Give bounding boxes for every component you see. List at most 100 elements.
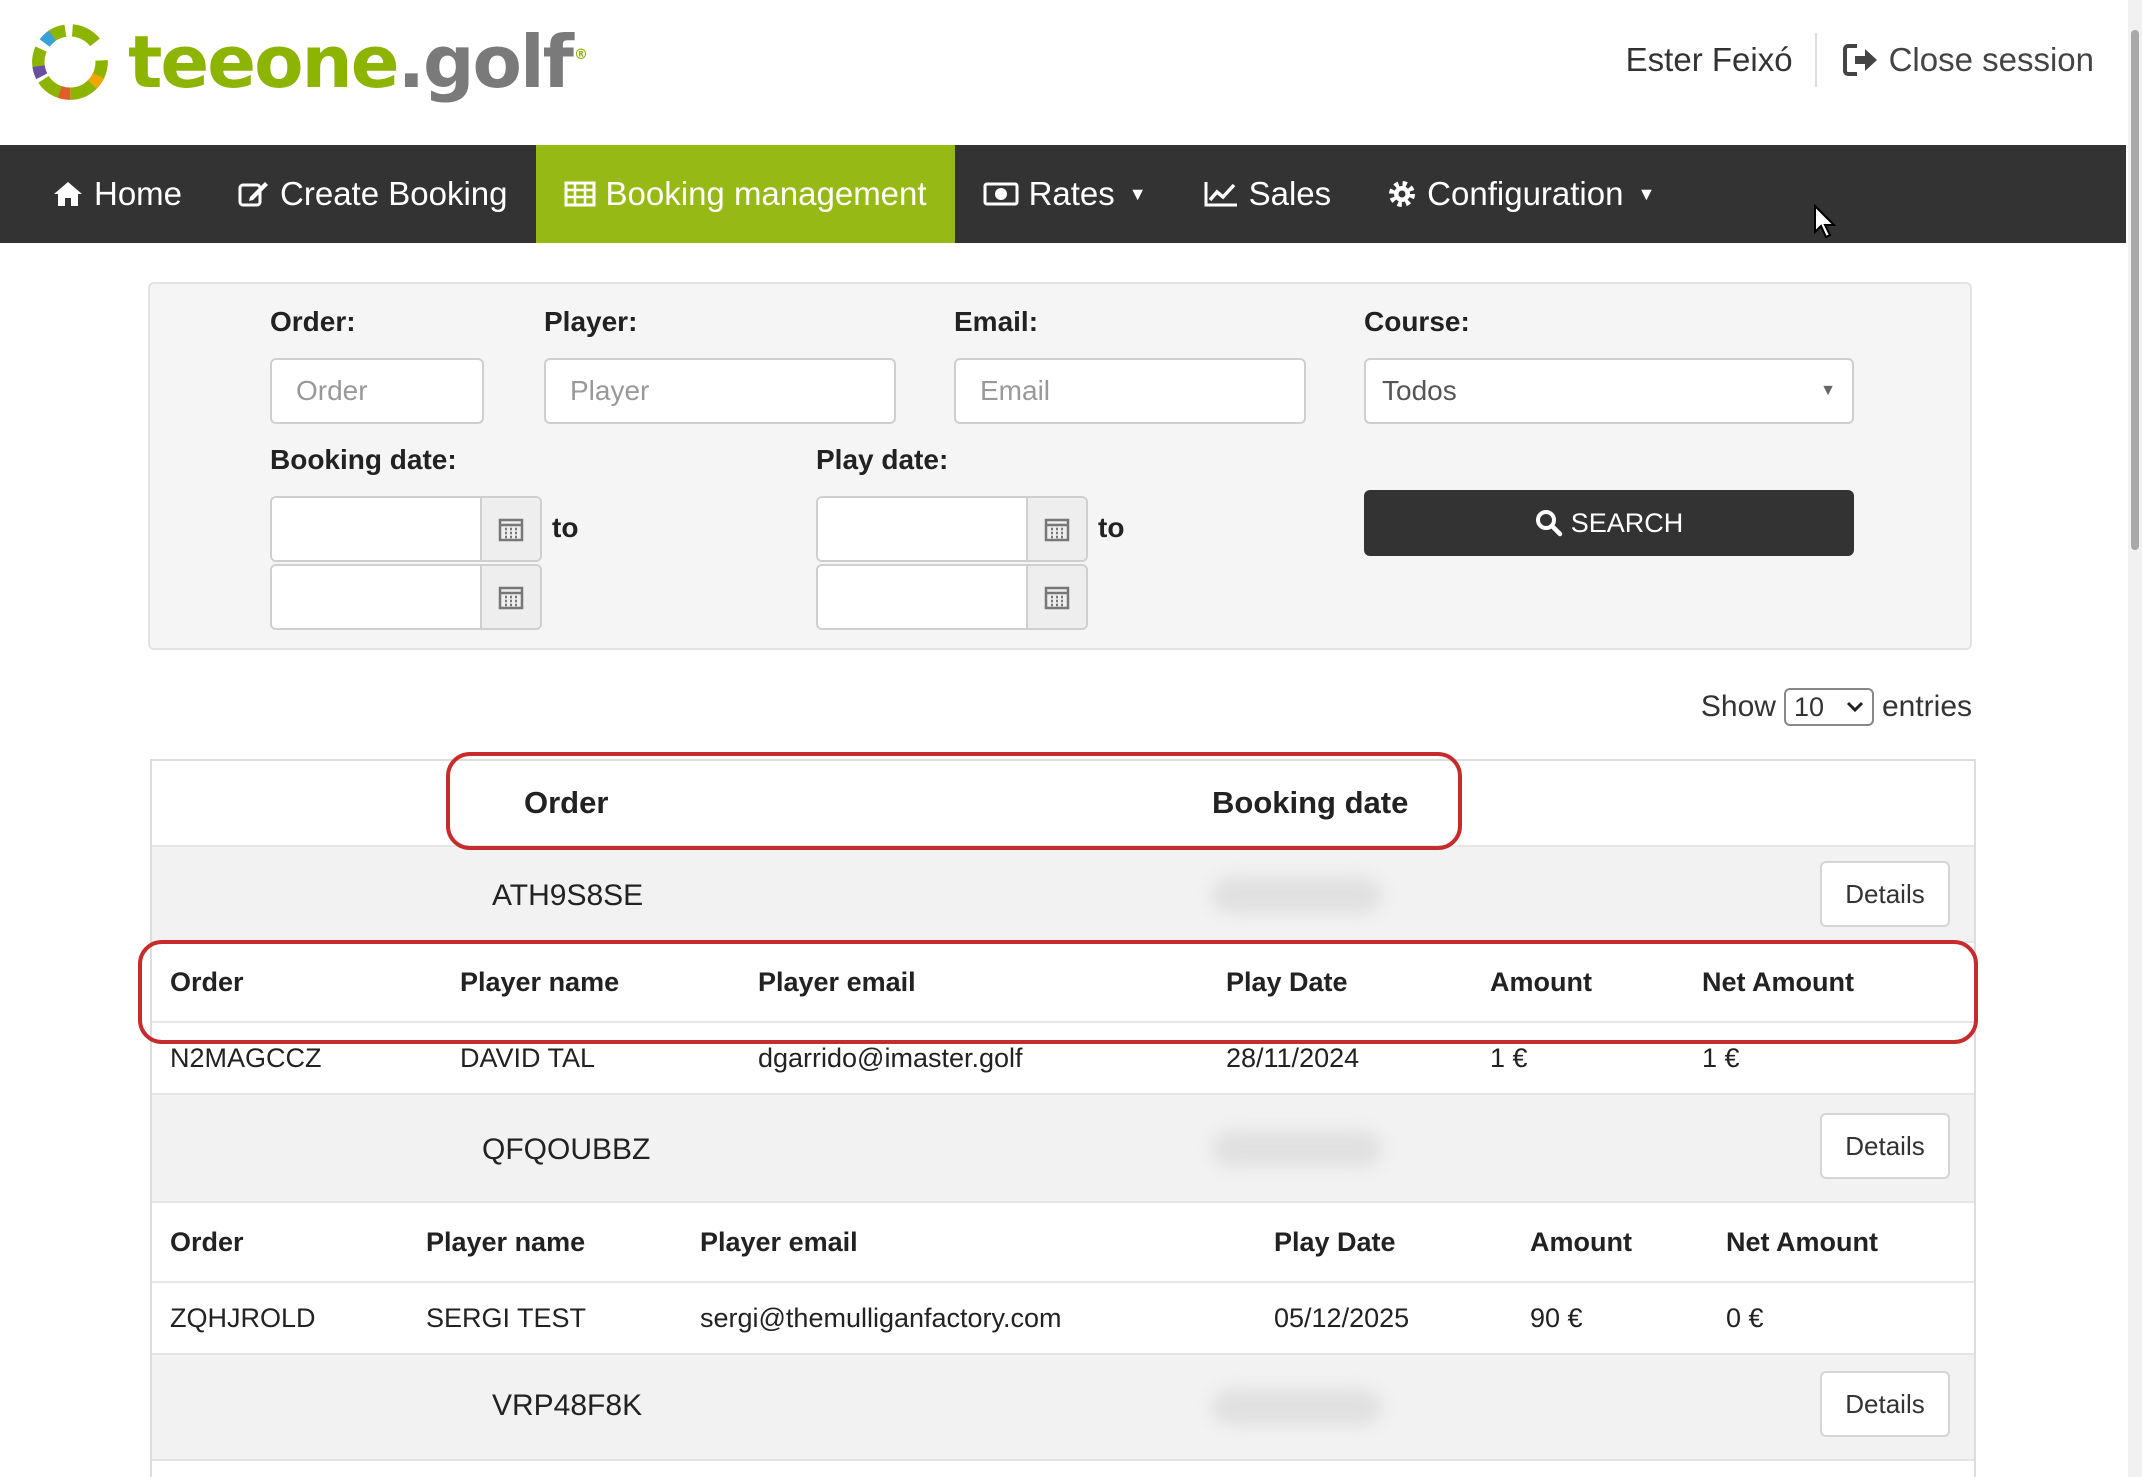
user-area: Ester Feixó Close session bbox=[1626, 30, 2094, 90]
table-row: ZQHJROLD SERGI TEST sergi@themulliganfac… bbox=[152, 1283, 1974, 1355]
play-date-from-input[interactable] bbox=[818, 498, 1026, 560]
blurred-booking-date bbox=[1212, 1389, 1382, 1425]
user-name[interactable]: Ester Feixó bbox=[1626, 41, 1815, 79]
nav-booking-management-label: Booking management bbox=[605, 175, 927, 212]
player-filter-label: Player: bbox=[544, 306, 638, 337]
cell-player-email: sergi@themulliganfactory.com bbox=[700, 1303, 1062, 1333]
search-button-label: SEARCH bbox=[1570, 507, 1684, 538]
logo-ring-icon bbox=[31, 23, 109, 101]
logo-wordmark: teeone.golf ® bbox=[128, 26, 588, 98]
cell-amount: 1 € bbox=[1490, 1043, 1528, 1073]
order-filter-label: Order: bbox=[270, 306, 356, 337]
play-date-to[interactable] bbox=[816, 564, 1088, 630]
sub-header-player-email: Player email bbox=[700, 1227, 858, 1257]
close-session-link[interactable]: Close session bbox=[1842, 41, 2094, 79]
booking-date-from[interactable] bbox=[270, 496, 542, 562]
search-button[interactable]: SEARCH bbox=[1364, 490, 1854, 556]
sub-header-player-email: Player email bbox=[758, 967, 916, 997]
blurred-booking-date bbox=[1212, 877, 1382, 913]
edit-icon bbox=[238, 182, 269, 207]
nav-booking-management[interactable]: Booking management bbox=[535, 145, 955, 243]
sub-header-order: Order bbox=[170, 1227, 244, 1257]
nav-rates[interactable]: Rates ▼ bbox=[955, 145, 1175, 243]
sub-table-header: Order Player name Player email Play Date… bbox=[152, 1203, 1974, 1283]
table-header-row: Order Booking date bbox=[152, 761, 1974, 847]
details-button[interactable]: Details bbox=[1820, 861, 1950, 927]
chart-line-icon bbox=[1204, 182, 1237, 207]
nav-rates-label: Rates bbox=[1028, 175, 1115, 212]
order-row: ATH9S8SE Details bbox=[152, 847, 1974, 943]
calendar-icon[interactable] bbox=[1026, 498, 1086, 560]
booking-date-label: Booking date: bbox=[270, 444, 457, 475]
sub-header-play-date: Play Date bbox=[1226, 967, 1348, 997]
entries-label: entries bbox=[1881, 690, 1972, 723]
nav-create-booking-label: Create Booking bbox=[280, 175, 508, 212]
cell-net-amount: 0 € bbox=[1726, 1303, 1764, 1333]
booking-date-to-input[interactable] bbox=[272, 566, 480, 628]
teeone-logo[interactable]: teeone.golf ® bbox=[26, 18, 588, 106]
booking-date-from-input[interactable] bbox=[272, 498, 480, 560]
filter-panel: Order: Player: Email: Course: Todos ▼ Bo… bbox=[148, 282, 1972, 650]
calendar-icon[interactable] bbox=[480, 498, 540, 560]
calendar-icon[interactable] bbox=[480, 566, 540, 628]
chevron-down-icon: ▼ bbox=[1128, 183, 1147, 204]
details-button[interactable]: Details bbox=[1820, 1113, 1950, 1179]
sub-header-amount: Amount bbox=[1490, 967, 1592, 997]
chevron-down-icon bbox=[1846, 701, 1864, 713]
play-date-from[interactable] bbox=[816, 496, 1088, 562]
order-row: QFQOUBBZ Details bbox=[152, 1095, 1974, 1203]
search-icon bbox=[1535, 510, 1562, 537]
show-entries: Show 10 entries bbox=[1701, 688, 1972, 726]
order-code: VRP48F8K bbox=[492, 1389, 643, 1422]
scrollbar-thumb[interactable] bbox=[2131, 30, 2139, 550]
show-label: Show bbox=[1700, 690, 1776, 723]
blurred-booking-date bbox=[1212, 1131, 1382, 1167]
nav-configuration[interactable]: Configuration ▼ bbox=[1359, 145, 1683, 243]
entries-select-value: 10 bbox=[1793, 691, 1824, 722]
cell-net-amount: 1 € bbox=[1702, 1043, 1740, 1073]
cell-play-date: 28/11/2024 bbox=[1226, 1043, 1360, 1073]
order-code: ATH9S8SE bbox=[492, 879, 644, 912]
play-date-label: Play date: bbox=[816, 444, 949, 475]
play-date-to-input[interactable] bbox=[818, 566, 1026, 628]
main-navbar: Home Create Booking Booking management R… bbox=[0, 145, 2126, 243]
nav-configuration-label: Configuration bbox=[1427, 175, 1624, 212]
logo-registered: ® bbox=[574, 47, 588, 63]
nav-sales-label: Sales bbox=[1248, 175, 1332, 212]
nav-sales[interactable]: Sales bbox=[1175, 145, 1360, 243]
nav-home[interactable]: Home bbox=[0, 145, 210, 243]
chevron-down-icon: ▼ bbox=[1820, 382, 1836, 399]
header-booking-date[interactable]: Booking date bbox=[1212, 785, 1408, 821]
page-scrollbar[interactable] bbox=[2128, 0, 2142, 1477]
bookings-table: Order Booking date ATH9S8SE Details Orde… bbox=[150, 759, 1976, 1477]
cell-player-email: dgarrido@imaster.golf bbox=[758, 1043, 1023, 1073]
header-order[interactable]: Order bbox=[524, 785, 608, 821]
course-select-value: Todos bbox=[1382, 375, 1457, 406]
course-select[interactable]: Todos ▼ bbox=[1364, 358, 1854, 424]
sub-header-play-date: Play Date bbox=[1274, 1227, 1396, 1257]
close-session-label: Close session bbox=[1888, 41, 2094, 78]
sign-out-icon bbox=[1842, 44, 1877, 76]
player-input[interactable] bbox=[544, 358, 896, 424]
details-button[interactable]: Details bbox=[1820, 1371, 1950, 1437]
sub-header-net-amount: Net Amount bbox=[1702, 967, 1854, 997]
cell-amount: 90 € bbox=[1530, 1303, 1583, 1333]
sub-header-order: Order bbox=[170, 967, 244, 997]
order-input[interactable] bbox=[270, 358, 484, 424]
gear-icon bbox=[1389, 181, 1416, 207]
sub-header-player-name: Player name bbox=[426, 1227, 586, 1257]
sub-table-header: Order Player name Player email Play Date… bbox=[152, 943, 1974, 1023]
sub-header-net-amount: Net Amount bbox=[1726, 1227, 1878, 1257]
calendar-icon[interactable] bbox=[1026, 566, 1086, 628]
nav-create-booking[interactable]: Create Booking bbox=[210, 145, 535, 243]
sub-header-amount: Amount bbox=[1530, 1227, 1632, 1257]
email-input[interactable] bbox=[954, 358, 1306, 424]
sub-header-player-name: Player name bbox=[460, 967, 620, 997]
cell-play-date: 05/12/2025 bbox=[1274, 1303, 1410, 1333]
nav-home-label: Home bbox=[94, 175, 183, 212]
mouse-cursor-icon bbox=[1814, 204, 1837, 239]
entries-select[interactable]: 10 bbox=[1783, 688, 1874, 726]
booking-date-to[interactable] bbox=[270, 564, 542, 630]
order-row: VRP48F8K Details bbox=[152, 1355, 1974, 1461]
cell-player-name: DAVID TAL bbox=[460, 1043, 596, 1073]
